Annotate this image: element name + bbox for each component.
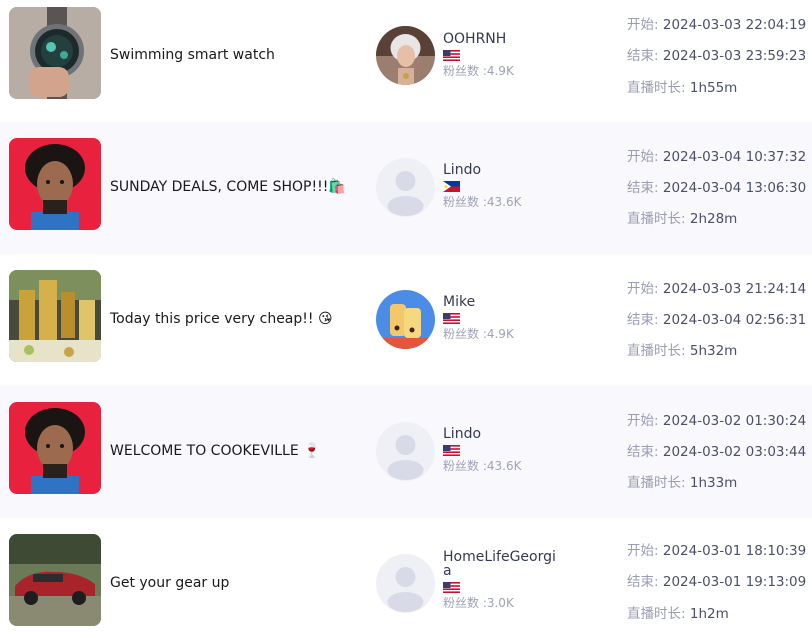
gold-jewelry-thumbnail[interactable] <box>9 270 101 362</box>
end-value: 2024-03-04 02:56:31 <box>662 312 807 328</box>
start-label: 开始: <box>627 281 659 297</box>
end-value: 2024-03-03 23:59:23 <box>662 48 807 64</box>
duration: 直播时长: 2h28m <box>627 211 737 227</box>
anchor-name[interactable]: HomeLifeGeorgia <box>443 550 558 578</box>
duration-label: 直播时长: <box>627 606 686 622</box>
duration-value: 1h33m <box>689 475 738 491</box>
start-label: 开始: <box>627 543 659 559</box>
session-title[interactable]: SUNDAY DEALS, COME SHOP!!!🛍️ <box>110 179 360 195</box>
default-avatar[interactable] <box>376 422 435 481</box>
start-time: 开始: 2024-03-04 10:37:32 <box>627 149 806 165</box>
us-flag-icon <box>443 313 460 324</box>
session-title[interactable]: Get your gear up <box>110 575 360 591</box>
fans-label: 粉丝数 : <box>443 327 487 341</box>
duration: 直播时长: 5h32m <box>627 343 737 359</box>
session-title[interactable]: WELCOME TO COOKEVILLE 🍷 <box>110 443 360 459</box>
anchor-info: HomeLifeGeorgia 粉丝数 :3.0K <box>443 550 573 610</box>
end-label: 结束: <box>627 180 659 196</box>
man-portrait-thumbnail[interactable] <box>9 138 101 230</box>
end-time: 结束: 2024-03-04 13:06:30 <box>627 180 806 196</box>
live-session-list: Swimming smart watch OOHRNH 粉丝数 :4.9K 开始… <box>0 0 812 633</box>
start-value: 2024-03-04 10:37:32 <box>662 149 807 165</box>
default-avatar[interactable] <box>376 554 435 613</box>
anchor-avatar[interactable] <box>376 26 435 85</box>
duration: 直播时长: 1h33m <box>627 475 737 491</box>
anchor-name[interactable]: Lindo <box>443 427 558 441</box>
fans-value: 43.6K <box>486 459 522 473</box>
anchor-info: OOHRNH 粉丝数 :4.9K <box>443 32 573 78</box>
end-label: 结束: <box>627 48 659 64</box>
us-flag-icon <box>443 582 460 593</box>
fans-value: 3.0K <box>486 596 514 610</box>
fans-value: 4.9K <box>486 327 514 341</box>
end-value: 2024-03-02 03:03:44 <box>662 444 807 460</box>
end-time: 结束: 2024-03-01 19:13:09 <box>627 574 806 590</box>
end-time: 结束: 2024-03-04 02:56:31 <box>627 312 806 328</box>
start-value: 2024-03-01 18:10:39 <box>662 543 807 559</box>
live-session-row[interactable]: Get your gear up HomeLifeGeorgia 粉丝数 :3.… <box>0 518 812 633</box>
end-value: 2024-03-01 19:13:09 <box>662 574 807 590</box>
start-time: 开始: 2024-03-03 22:04:19 <box>627 17 806 33</box>
anchor-info: Lindo 粉丝数 :43.6K <box>443 163 573 209</box>
ph-flag-icon <box>443 181 460 192</box>
live-session-row[interactable]: Today this price very cheap!! 😘 Mike 粉丝数… <box>0 254 812 386</box>
end-label: 结束: <box>627 444 659 460</box>
start-time: 开始: 2024-03-03 21:24:14 <box>627 281 806 297</box>
end-value: 2024-03-04 13:06:30 <box>662 180 807 196</box>
live-session-row[interactable]: WELCOME TO COOKEVILLE 🍷 Lindo 粉丝数 :43.6K… <box>0 386 812 518</box>
start-label: 开始: <box>627 149 659 165</box>
live-session-row[interactable]: SUNDAY DEALS, COME SHOP!!!🛍️ Lindo 粉丝数 :… <box>0 122 812 254</box>
end-time: 结束: 2024-03-03 23:59:23 <box>627 48 806 64</box>
man-portrait-thumbnail[interactable] <box>9 402 101 494</box>
duration-value: 5h32m <box>689 343 738 359</box>
fans-count: 粉丝数 :3.0K <box>443 596 573 610</box>
duration: 直播时长: 1h55m <box>627 80 737 96</box>
fans-count: 粉丝数 :43.6K <box>443 195 573 209</box>
anchor-info: Lindo 粉丝数 :43.6K <box>443 427 573 473</box>
fans-count: 粉丝数 :4.9K <box>443 64 573 78</box>
anchor-name[interactable]: Mike <box>443 295 558 309</box>
smartwatch-thumbnail[interactable] <box>9 7 101 99</box>
bubble-tea-avatar[interactable] <box>376 290 435 349</box>
fans-count: 粉丝数 :43.6K <box>443 459 573 473</box>
us-flag-icon <box>443 50 460 61</box>
end-label: 结束: <box>627 312 659 328</box>
start-value: 2024-03-02 01:30:24 <box>662 413 807 429</box>
live-session-row[interactable]: Swimming smart watch OOHRNH 粉丝数 :4.9K 开始… <box>0 0 812 122</box>
start-label: 开始: <box>627 17 659 33</box>
fans-value: 43.6K <box>486 195 522 209</box>
duration: 直播时长: 1h2m <box>627 606 729 622</box>
us-flag-icon <box>443 445 460 456</box>
duration-value: 1h2m <box>689 606 729 622</box>
duration-label: 直播时长: <box>627 475 686 491</box>
fans-label: 粉丝数 : <box>443 459 487 473</box>
session-title[interactable]: Today this price very cheap!! 😘 <box>110 311 360 327</box>
duration-label: 直播时长: <box>627 211 686 227</box>
start-time: 开始: 2024-03-02 01:30:24 <box>627 413 806 429</box>
fans-count: 粉丝数 :4.9K <box>443 327 573 341</box>
session-title[interactable]: Swimming smart watch <box>110 47 360 63</box>
duration-label: 直播时长: <box>627 343 686 359</box>
duration-value: 2h28m <box>689 211 738 227</box>
fans-value: 4.9K <box>486 64 514 78</box>
fans-label: 粉丝数 : <box>443 596 487 610</box>
anchor-name[interactable]: OOHRNH <box>443 32 558 46</box>
anchor-info: Mike 粉丝数 :4.9K <box>443 295 573 341</box>
default-avatar[interactable] <box>376 158 435 217</box>
fans-label: 粉丝数 : <box>443 195 487 209</box>
start-label: 开始: <box>627 413 659 429</box>
end-time: 结束: 2024-03-02 03:03:44 <box>627 444 806 460</box>
anchor-name[interactable]: Lindo <box>443 163 558 177</box>
fans-label: 粉丝数 : <box>443 64 487 78</box>
end-label: 结束: <box>627 574 659 590</box>
duration-value: 1h55m <box>689 80 738 96</box>
start-time: 开始: 2024-03-01 18:10:39 <box>627 543 806 559</box>
start-value: 2024-03-03 22:04:19 <box>662 17 807 33</box>
red-car-thumbnail[interactable] <box>9 534 101 626</box>
start-value: 2024-03-03 21:24:14 <box>662 281 807 297</box>
duration-label: 直播时长: <box>627 80 686 96</box>
